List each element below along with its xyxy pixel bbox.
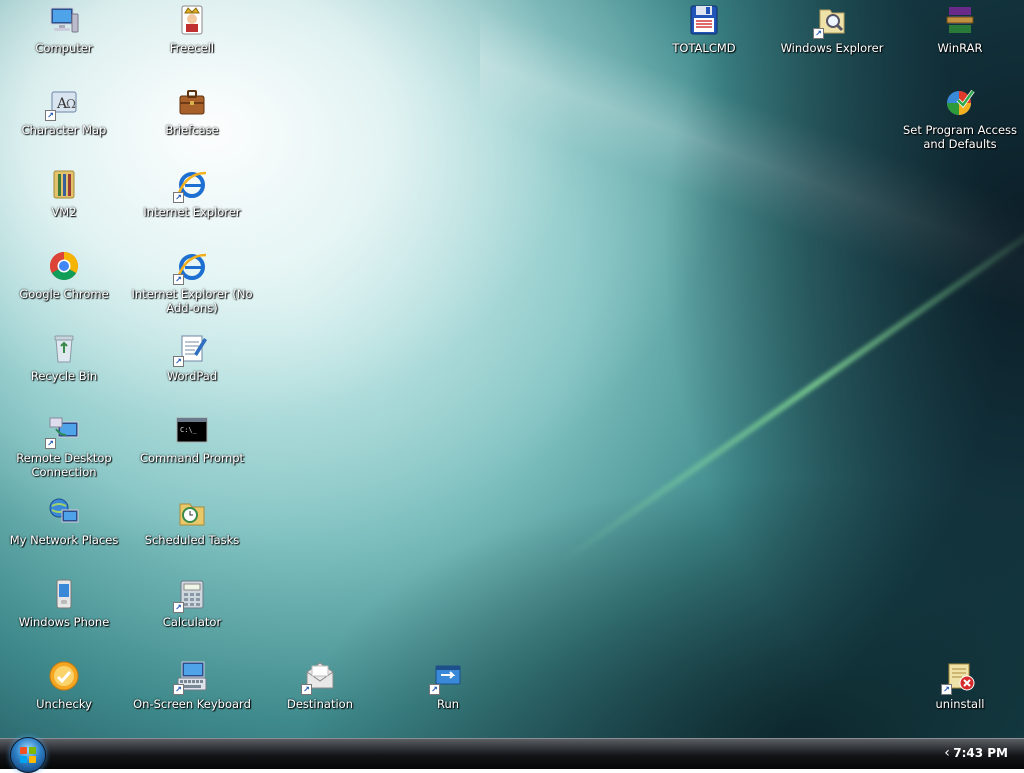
desktop-icon-internet-explorer-no-addons[interactable]: ↗ Internet Explorer (No Add-ons) xyxy=(128,248,256,326)
shortcut-arrow-icon: ↗ xyxy=(173,602,184,613)
desktop-icon-command-prompt[interactable]: C:\_ Command Prompt xyxy=(128,412,256,490)
icon-label: On-Screen Keyboard xyxy=(133,697,251,711)
shortcut-arrow-icon: ↗ xyxy=(429,684,440,695)
desktop-icon-windows-explorer[interactable]: ↗ Windows Explorer xyxy=(768,2,896,80)
icon-label: Briefcase xyxy=(165,123,219,137)
uninstall-icon: ↗ xyxy=(941,660,976,695)
desktop-icon-internet-explorer[interactable]: ↗ Internet Explorer xyxy=(128,166,256,244)
desktop-icon-freecell[interactable]: Freecell xyxy=(128,2,256,80)
desktop-icon-unchecky[interactable]: Unchecky xyxy=(0,658,128,736)
icon-label: Internet Explorer xyxy=(143,205,241,219)
desktop-icon-uninstall[interactable]: ↗ uninstall xyxy=(896,658,1024,736)
taskbar[interactable]: ‹ 7:43 PM xyxy=(0,737,1024,773)
run-icon: ↗ xyxy=(429,660,464,695)
desktop-icon-computer[interactable]: Computer xyxy=(0,2,128,80)
desktop-icon-totalcmd[interactable]: TOTALCMD xyxy=(640,2,768,80)
desktop-icon-wordpad[interactable]: ↗ WordPad xyxy=(128,330,256,408)
desktop-icon-google-chrome[interactable]: Google Chrome xyxy=(0,248,128,326)
icon-label: uninstall xyxy=(935,697,985,711)
shortcut-arrow-icon: ↗ xyxy=(173,274,184,285)
desktop[interactable]: Computer AΩ ↗ Character Map VM2 Google C… xyxy=(0,0,1024,738)
envelope-icon: ↗ xyxy=(301,660,336,695)
calculator-icon: ↗ xyxy=(173,578,208,613)
icon-label: TOTALCMD xyxy=(672,41,736,55)
scheduled-tasks-icon xyxy=(176,496,208,528)
remote-desktop-icon: ↗ xyxy=(45,414,80,449)
desktop-icon-run[interactable]: ↗ Run xyxy=(384,658,512,736)
internet-explorer-icon: ↗ xyxy=(173,250,208,285)
shortcut-arrow-icon: ↗ xyxy=(173,356,184,367)
computer-icon xyxy=(48,4,80,36)
shortcut-arrow-icon: ↗ xyxy=(45,110,56,121)
folder-icon xyxy=(48,168,80,200)
icon-label: Remote Desktop Connection xyxy=(16,451,112,479)
desktop-icon-scheduled-tasks[interactable]: Scheduled Tasks xyxy=(128,494,256,572)
shortcut-arrow-icon: ↗ xyxy=(45,438,56,449)
icon-label: Windows Phone xyxy=(18,615,110,629)
icon-label: Google Chrome xyxy=(19,287,109,301)
icon-label: Freecell xyxy=(169,41,215,55)
command-prompt-icon: C:\_ xyxy=(176,414,208,446)
icon-label: Internet Explorer (No Add-ons) xyxy=(131,287,253,315)
phone-icon xyxy=(48,578,80,610)
icon-label: Character Map xyxy=(21,123,107,137)
desktop-icon-winrar[interactable]: WinRAR xyxy=(896,2,1024,80)
icon-label: Set Program Access and Defaults xyxy=(902,123,1018,151)
internet-explorer-icon: ↗ xyxy=(173,168,208,203)
svg-text:Ω: Ω xyxy=(66,97,76,111)
shortcut-arrow-icon: ↗ xyxy=(301,684,312,695)
system-clock[interactable]: 7:43 PM xyxy=(953,746,1008,760)
desktop-icon-on-screen-keyboard[interactable]: ↗ On-Screen Keyboard xyxy=(128,658,256,736)
winrar-icon xyxy=(944,4,976,36)
shortcut-arrow-icon: ↗ xyxy=(173,192,184,203)
desktop-icon-vm2[interactable]: VM2 xyxy=(0,166,128,244)
desktop-icon-my-network-places[interactable]: My Network Places xyxy=(0,494,128,572)
desktop-icon-briefcase[interactable]: Briefcase xyxy=(128,84,256,162)
svg-text:C:\_: C:\_ xyxy=(180,426,198,434)
recycle-bin-icon xyxy=(48,332,80,364)
unchecky-icon xyxy=(48,660,80,692)
program-access-icon xyxy=(944,86,976,118)
shortcut-arrow-icon: ↗ xyxy=(173,684,184,695)
wordpad-icon: ↗ xyxy=(173,332,208,367)
icon-label: Destination xyxy=(287,697,353,711)
desktop-icon-recycle-bin[interactable]: Recycle Bin xyxy=(0,330,128,408)
icon-label: Unchecky xyxy=(36,697,92,711)
icon-label: Recycle Bin xyxy=(30,369,98,383)
icon-label: WinRAR xyxy=(937,41,983,55)
shortcut-arrow-icon: ↗ xyxy=(813,28,824,39)
icon-label: Calculator xyxy=(162,615,222,629)
keyboard-icon: ↗ xyxy=(173,660,208,695)
icon-label: WordPad xyxy=(166,369,218,383)
windows-explorer-icon: ↗ xyxy=(813,4,848,39)
shortcut-arrow-icon: ↗ xyxy=(941,684,952,695)
desktop-icon-destination[interactable]: ↗ Destination xyxy=(256,658,384,736)
icon-label: My Network Places xyxy=(9,533,119,547)
network-globe-icon xyxy=(48,496,80,528)
icon-label: Computer xyxy=(35,41,93,55)
desktop-icon-set-program-access[interactable]: Set Program Access and Defaults xyxy=(896,84,1024,162)
desktop-icon-character-map[interactable]: AΩ ↗ Character Map xyxy=(0,84,128,162)
desktop-icon-remote-desktop[interactable]: ↗ Remote Desktop Connection xyxy=(0,412,128,490)
briefcase-icon xyxy=(176,86,208,118)
icon-label: VM2 xyxy=(51,205,77,219)
character-map-icon: AΩ ↗ xyxy=(45,86,80,121)
desktop-icon-calculator[interactable]: ↗ Calculator xyxy=(128,576,256,654)
desktop-icon-windows-phone[interactable]: Windows Phone xyxy=(0,576,128,654)
playing-card-king-icon xyxy=(176,4,208,36)
floppy-disk-icon xyxy=(688,4,720,36)
show-hidden-icons-chevron-icon[interactable]: ‹ xyxy=(940,745,954,761)
icon-label: Windows Explorer xyxy=(780,41,884,55)
icon-label: Command Prompt xyxy=(139,451,245,465)
icon-label: Scheduled Tasks xyxy=(144,533,240,547)
icon-label: Run xyxy=(436,697,460,711)
windows-logo-icon xyxy=(20,747,36,763)
chrome-icon xyxy=(48,250,80,282)
